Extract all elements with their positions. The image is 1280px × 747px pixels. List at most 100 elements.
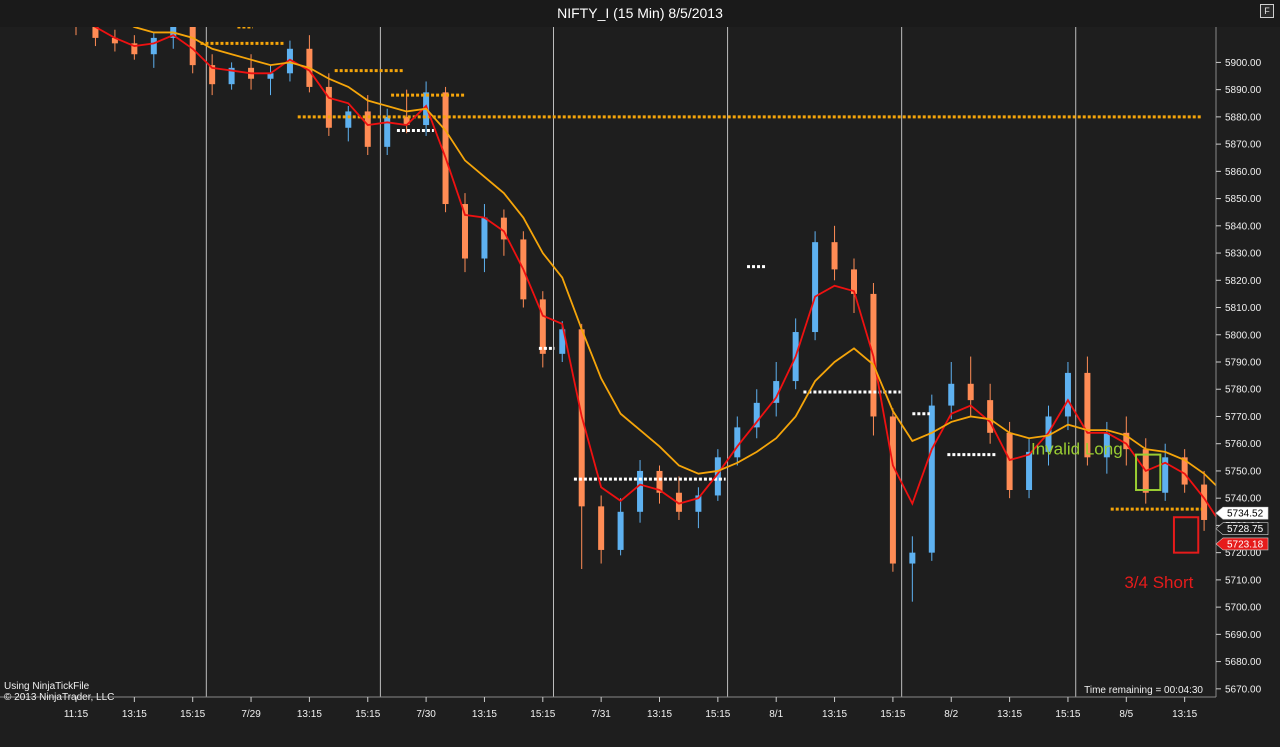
candle — [306, 35, 313, 93]
candle — [909, 536, 916, 602]
candle — [831, 225, 838, 281]
time-tick-label: 7/31 — [591, 709, 611, 720]
price-label: 5723.18 — [1215, 537, 1269, 550]
candle — [1181, 449, 1188, 493]
price-tick-label: 5800.00 — [1225, 330, 1262, 341]
candle-body — [1064, 372, 1071, 417]
time-tick-label: 13:15 — [297, 709, 322, 720]
candle — [617, 498, 624, 556]
time-tick-label: 15:15 — [355, 709, 380, 720]
candle — [695, 487, 702, 529]
price-tick-label: 5820.00 — [1225, 276, 1262, 287]
candle — [734, 416, 741, 466]
time-tick-label: 8/1 — [769, 709, 783, 720]
candle — [75, 27, 77, 36]
time-tick-label: 11:15 — [64, 709, 89, 720]
candle-body — [831, 242, 838, 270]
price-labels: 5734.52 5728.75 5723.18 — [1215, 506, 1269, 550]
time-remaining: Time remaining = 00:04:30 — [1084, 685, 1203, 696]
candle — [578, 323, 585, 569]
candle — [637, 460, 644, 523]
candles — [75, 27, 1208, 602]
time-tick-label: 13:15 — [997, 709, 1022, 720]
candle — [462, 193, 468, 273]
price-tick-label: 5850.00 — [1225, 194, 1262, 205]
candle-body — [889, 416, 896, 564]
price-tick-label: 5670.00 — [1225, 684, 1262, 695]
price-label-text: 5734.52 — [1227, 509, 1264, 520]
time-tick-label: 7/30 — [416, 709, 436, 720]
price-axis: 5670.005680.005690.005700.005710.005720.… — [1216, 58, 1262, 695]
candle — [773, 362, 780, 417]
candle-body — [598, 506, 605, 550]
candle-body — [150, 37, 157, 55]
price-tick-label: 5810.00 — [1225, 303, 1262, 314]
invalid-long-label: Invalid Long — [1031, 440, 1123, 459]
short-box — [1172, 516, 1200, 554]
price-chart[interactable]: Invalid Long 3/4 Short 5670.00 5680.00 5690… — [0, 27, 1280, 747]
f-button[interactable]: F — [1260, 4, 1274, 18]
candle — [675, 476, 682, 520]
time-tick-label: 8/5 — [1119, 709, 1133, 720]
short-label: 3/4 Short — [1124, 573, 1193, 592]
candle — [928, 394, 935, 561]
session-lines — [205, 27, 1077, 697]
candle-body — [325, 86, 332, 128]
candle-body — [384, 116, 391, 147]
time-tick-label: 15:15 — [530, 709, 555, 720]
time-tick-label: 15:15 — [705, 709, 730, 720]
time-tick-label: 15:15 — [880, 709, 905, 720]
time-tick-label: 15:15 — [1055, 709, 1080, 720]
source-line-2: © 2013 NinjaTrader, LLC — [4, 692, 114, 703]
price-tick-label: 5880.00 — [1225, 112, 1262, 123]
price-tick-label: 5750.00 — [1225, 466, 1262, 477]
candle — [889, 408, 896, 572]
ema-slow-line — [132, 27, 1216, 487]
candle — [345, 105, 352, 142]
candle — [228, 62, 235, 90]
time-tick-label: 13:15 — [472, 709, 497, 720]
candle — [92, 27, 99, 47]
price-tick-label: 5680.00 — [1225, 657, 1262, 668]
candle-body — [967, 383, 974, 401]
candle — [539, 291, 546, 368]
candle-body — [442, 92, 449, 205]
time-axis: 11:15 13:15 15:15 7/29 13:15 15:15 7/30 13:15 15… — [64, 697, 1198, 720]
price-tick-label: 5700.00 — [1225, 603, 1262, 614]
candle-body — [481, 217, 488, 259]
price-tick-label: 5740.00 — [1225, 494, 1262, 505]
price-tick-label: 5840.00 — [1225, 221, 1262, 232]
candle — [851, 258, 857, 313]
candle — [481, 204, 488, 273]
candle-body — [928, 405, 935, 553]
candle — [1064, 362, 1071, 431]
time-tick-label: 13:15 — [1172, 709, 1197, 720]
candle-body — [909, 552, 916, 564]
price-label: 5734.52 — [1215, 506, 1269, 520]
source-line-1: Using NinjaTickFile — [4, 681, 90, 692]
candle-body — [617, 511, 624, 550]
candle — [325, 73, 332, 136]
candle — [111, 29, 118, 52]
price-tick-label: 5690.00 — [1225, 630, 1262, 641]
price-label: 5728.75 — [1215, 522, 1269, 535]
level-markers — [200, 27, 1203, 511]
candle-body — [189, 27, 196, 66]
price-tick-label: 5780.00 — [1225, 385, 1262, 396]
price-tick-label: 5770.00 — [1225, 412, 1262, 423]
price-tick-label: 5900.00 — [1225, 58, 1262, 69]
candle — [812, 231, 819, 341]
time-tick-label: 8/2 — [944, 709, 958, 720]
price-tick-label: 5790.00 — [1225, 358, 1262, 369]
candle-body — [637, 470, 644, 512]
price-tick-label: 5860.00 — [1225, 167, 1262, 178]
candle — [267, 65, 274, 96]
candle — [948, 362, 955, 420]
candle-body — [1006, 432, 1013, 491]
candle — [209, 54, 216, 96]
time-tick-label: 13:15 — [122, 709, 147, 720]
candle-body — [345, 111, 352, 128]
candle-body — [812, 242, 819, 333]
price-tick-label: 5710.00 — [1225, 575, 1262, 586]
candle — [656, 465, 663, 504]
